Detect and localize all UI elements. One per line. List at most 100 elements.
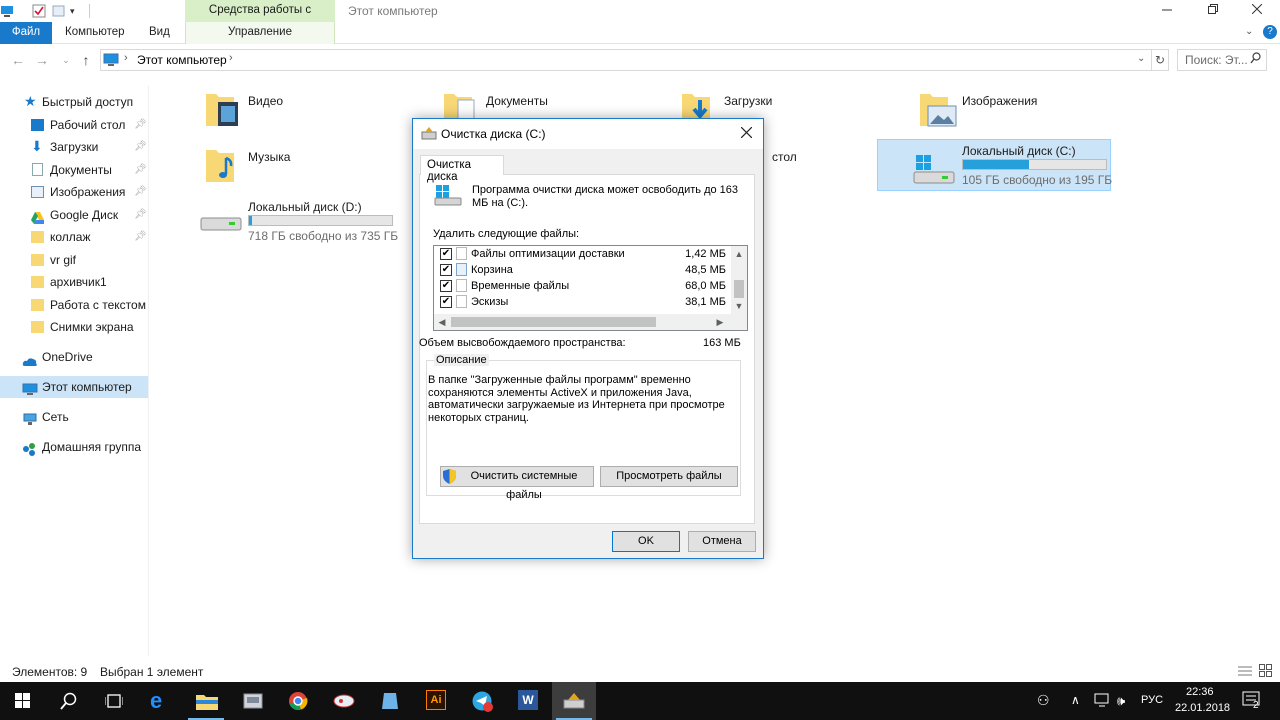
sidebar-item-label: Работа с текстом xyxy=(50,298,146,312)
file-checkbox[interactable]: ✔ xyxy=(440,280,452,292)
chevron-down-icon[interactable]: ⌄ xyxy=(1245,26,1253,37)
taskbar-app-word[interactable]: W xyxy=(506,682,550,720)
back-button[interactable]: ← xyxy=(9,51,27,69)
view-files-button[interactable]: Просмотреть файлы xyxy=(600,466,738,487)
minimize-button[interactable] xyxy=(1144,0,1190,22)
search-input[interactable]: Поиск: Эт... xyxy=(1177,49,1267,71)
sidebar-item-pictures[interactable]: Изображения 📌︎ xyxy=(0,181,148,203)
tab-disk-cleanup[interactable]: Очистка диска xyxy=(420,155,504,183)
taskbar-app-telegram[interactable] xyxy=(460,682,504,720)
help-icon[interactable]: ? xyxy=(1263,25,1277,39)
taskbar-app[interactable] xyxy=(368,682,412,720)
pin-icon[interactable]: 📌︎ xyxy=(134,136,147,158)
properties-icon[interactable] xyxy=(32,4,46,18)
recent-locations-button[interactable]: ⌄ xyxy=(57,51,75,69)
start-button[interactable] xyxy=(0,682,44,720)
sidebar-item-text-work[interactable]: Работа с текстом xyxy=(0,294,148,316)
scroll-down-icon[interactable]: ▼ xyxy=(731,298,747,314)
sidebar-item-vr-gif[interactable]: vr gif xyxy=(0,249,148,271)
folder-music[interactable]: Музыка xyxy=(204,144,374,188)
large-icons-view-icon[interactable] xyxy=(1259,664,1273,681)
sidebar-item-downloads[interactable]: ⬇ Загрузки 📌︎ xyxy=(0,136,148,158)
restore-button[interactable] xyxy=(1190,0,1236,22)
folder-pictures[interactable]: Изображения xyxy=(918,88,1088,132)
breadcrumb-location[interactable]: Этот компьютер xyxy=(137,53,227,67)
files-to-delete-list[interactable]: ✔ Файлы оптимизации доставки 1,42 МБ ✔ К… xyxy=(433,245,748,331)
taskbar-app-disk-cleanup[interactable] xyxy=(552,682,596,720)
refresh-button[interactable]: ↻ xyxy=(1152,49,1169,71)
details-view-icon[interactable] xyxy=(1238,665,1252,680)
scroll-left-icon[interactable]: ◀ xyxy=(434,314,450,330)
network-tray-icon[interactable] xyxy=(1094,693,1110,710)
sidebar-item-quick-access[interactable]: ★ Быстрый доступ xyxy=(0,91,148,113)
taskbar-app[interactable] xyxy=(322,682,366,720)
volume-icon[interactable]: 🕪︎ xyxy=(1117,693,1125,709)
scrollbar-thumb[interactable] xyxy=(451,317,656,327)
folder-video[interactable]: Видео xyxy=(204,88,374,132)
dialog-close-button[interactable] xyxy=(731,122,761,146)
taskbar-app[interactable] xyxy=(230,682,274,720)
scroll-right-icon[interactable]: ▶ xyxy=(712,314,728,330)
download-icon: ⬇ xyxy=(31,138,43,154)
pin-icon[interactable]: 📌︎ xyxy=(134,181,147,203)
scroll-up-icon[interactable]: ▲ xyxy=(731,246,747,262)
file-checkbox[interactable]: ✔ xyxy=(440,296,452,308)
sidebar-item-screenshots[interactable]: Снимки экрана xyxy=(0,316,148,338)
forward-button[interactable]: → xyxy=(33,51,51,69)
scrollbar-thumb[interactable] xyxy=(734,280,744,298)
pin-icon[interactable]: 📌︎ xyxy=(134,226,147,248)
list-item[interactable]: ✔ Временные файлы 68,0 МБ xyxy=(434,278,731,294)
customize-toolbar-icon[interactable]: ▾ xyxy=(70,4,84,18)
horizontal-scrollbar[interactable]: ◀ ▶ xyxy=(434,314,747,330)
search-button[interactable] xyxy=(46,682,90,720)
cancel-button[interactable]: Отмена xyxy=(688,531,756,552)
list-item[interactable]: ✔ Эскизы 38,1 МБ xyxy=(434,294,731,310)
file-checkbox[interactable]: ✔ xyxy=(440,264,452,276)
drive-d[interactable]: Локальный диск (D:) 718 ГБ свободно из 7… xyxy=(198,196,398,246)
address-bar[interactable]: › Этот компьютер › ⌄ xyxy=(100,49,1152,71)
taskbar-app-edge[interactable]: e xyxy=(138,682,182,720)
taskbar-app-illustrator[interactable]: Ai xyxy=(414,682,458,720)
sidebar-item-network[interactable]: Сеть xyxy=(0,406,148,428)
computer-icon[interactable] xyxy=(0,4,14,18)
pin-icon[interactable]: 📌︎ xyxy=(134,114,147,136)
tab-file[interactable]: Файл xyxy=(0,22,52,44)
list-item[interactable]: ✔ Файлы оптимизации доставки 1,42 МБ xyxy=(434,246,731,262)
cleanup-intro-text: Программа очистки диска может освободить… xyxy=(472,184,739,209)
language-indicator[interactable]: РУС xyxy=(1141,694,1163,706)
up-button[interactable]: ↑ xyxy=(77,51,95,69)
sidebar-item-this-pc[interactable]: Этот компьютер xyxy=(0,376,148,398)
address-history-chevron-icon[interactable]: ⌄ xyxy=(1137,53,1145,64)
folder-icon xyxy=(31,321,44,333)
task-view-button[interactable] xyxy=(92,682,136,720)
people-icon[interactable]: ⚇ xyxy=(1037,692,1050,709)
sidebar-item-collage[interactable]: коллаж 📌︎ xyxy=(0,226,148,248)
new-folder-icon[interactable] xyxy=(52,4,66,18)
list-item[interactable]: ✔ Корзина 48,5 МБ xyxy=(434,262,731,278)
pin-icon[interactable]: 📌︎ xyxy=(134,204,147,226)
pin-icon[interactable]: 📌︎ xyxy=(134,159,147,181)
taskbar-app-chrome[interactable] xyxy=(276,682,320,720)
chevron-up-icon[interactable]: ∧ xyxy=(1071,693,1080,707)
tab-manage[interactable]: Управление xyxy=(185,22,335,44)
sidebar-item-homegroup[interactable]: Домашняя группа xyxy=(0,436,148,458)
taskbar-app-file-explorer[interactable] xyxy=(184,682,228,720)
file-checkbox[interactable]: ✔ xyxy=(440,248,452,260)
sidebar-item-desktop[interactable]: Рабочий стол 📌︎ xyxy=(0,114,148,136)
sidebar-item-archive[interactable]: архивчик1 xyxy=(0,271,148,293)
drive-usage-fill xyxy=(963,160,1029,169)
vertical-scrollbar[interactable]: ▲ ▼ xyxy=(731,246,747,314)
sidebar-item-google-drive[interactable]: Google Диск 📌︎ xyxy=(0,204,148,226)
pane-divider[interactable] xyxy=(148,86,149,656)
tab-computer[interactable]: Компьютер xyxy=(55,22,135,44)
clock-time[interactable]: 22:36 xyxy=(1186,686,1214,698)
sidebar-item-onedrive[interactable]: OneDrive xyxy=(0,346,148,368)
close-window-button[interactable] xyxy=(1234,0,1280,22)
clock-date[interactable]: 22.01.2018 xyxy=(1175,702,1230,714)
clean-system-files-button[interactable]: Очистить системные файлы xyxy=(440,466,594,501)
tab-view[interactable]: Вид xyxy=(139,22,180,44)
sidebar-item-documents[interactable]: Документы 📌︎ xyxy=(0,159,148,181)
drive-c[interactable]: Локальный диск (C:) 105 ГБ свободно из 1… xyxy=(877,139,1112,191)
action-center-icon[interactable] xyxy=(1242,691,1262,712)
ok-button[interactable]: OK xyxy=(612,531,680,552)
